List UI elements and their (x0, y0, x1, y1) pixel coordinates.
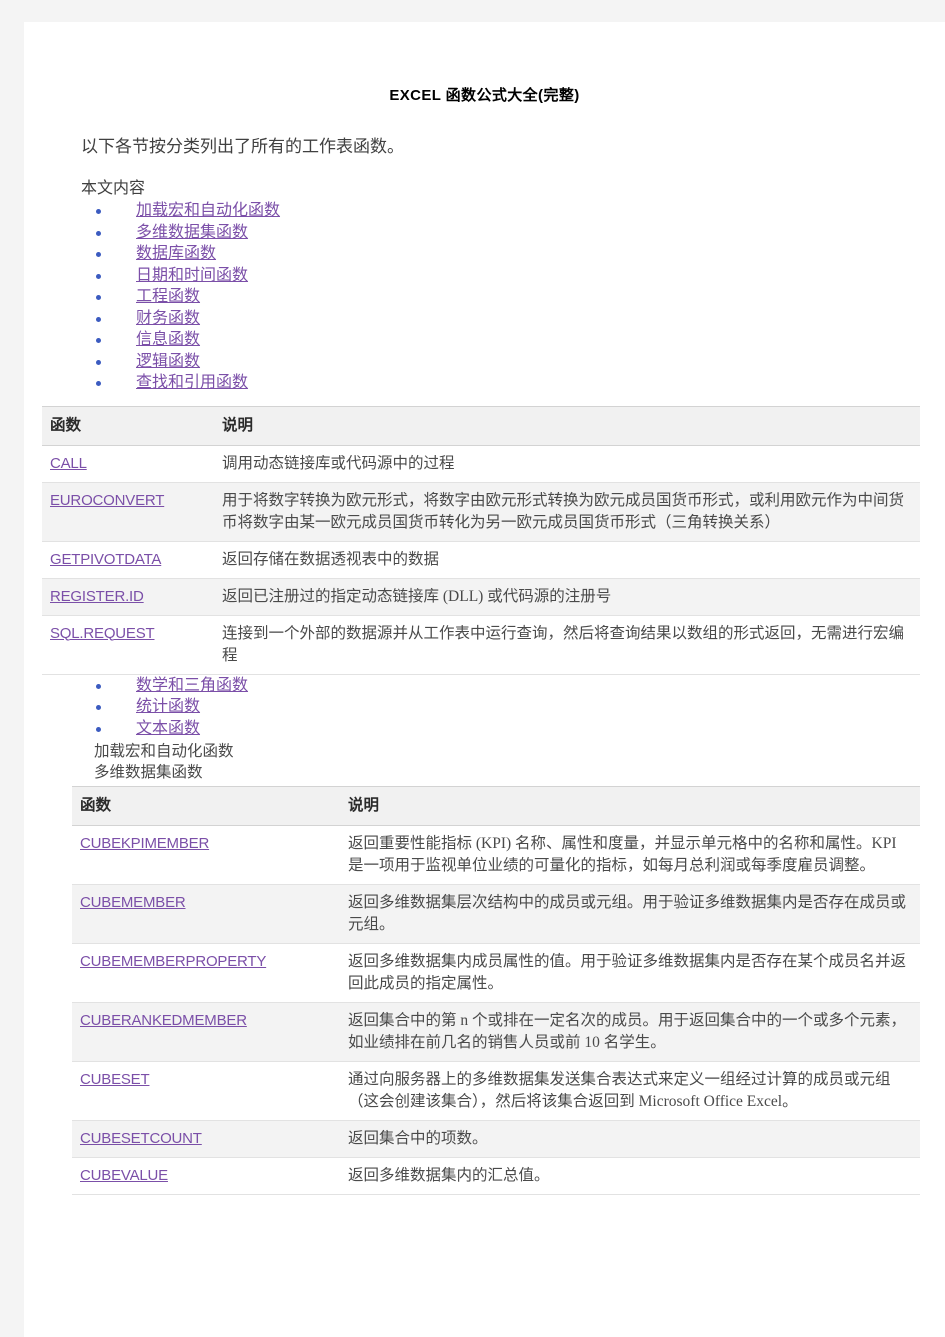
table-row: GETPIVOTDATA 返回存储在数据透视表中的数据 (42, 541, 920, 579)
table-row: EUROCONVERT 用于将数字转换为欧元形式，将数字由欧元形式转换为欧元成员… (42, 482, 920, 542)
toc-heading: 本文内容 (81, 179, 146, 197)
cube-function-table: 函数 说明 CUBEKPIMEMBER 返回重要性能指标 (KPI) 名称、属性… (72, 786, 920, 1196)
toc-link[interactable]: 逻辑函数 (136, 353, 200, 370)
function-description-cell: 返回集合中的第 n 个或排在一定名次的成员。用于返回集合中的一个或多个元素，如业… (340, 1002, 920, 1063)
table-row: CUBEMEMBER 返回多维数据集层次结构中的成员或元组。用于验证多维数据集内… (72, 884, 920, 945)
list-item[interactable]: 逻辑函数 (24, 351, 945, 373)
list-item[interactable]: 信息函数 (24, 329, 945, 351)
table-header-row: 函数 说明 (72, 786, 920, 826)
function-link[interactable]: EUROCONVERT (50, 492, 164, 509)
section-heading-addin: 加载宏和自动化函数 (94, 743, 234, 761)
cube-function-table-wrap: 函数 说明 CUBEKPIMEMBER 返回重要性能指标 (KPI) 名称、属性… (24, 783, 945, 1196)
function-link[interactable]: CALL (50, 455, 87, 472)
toc-link[interactable]: 查找和引用函数 (136, 374, 248, 391)
table-body: CUBEKPIMEMBER 返回重要性能指标 (KPI) 名称、属性和度量，并显… (72, 825, 920, 1196)
function-description-cell: 返回存储在数据透视表中的数据 (214, 541, 920, 579)
toc-link[interactable]: 信息函数 (136, 331, 200, 348)
table-row: CUBESETCOUNT 返回集合中的项数。 (72, 1120, 920, 1159)
addin-function-table-wrap: 函数 说明 CALL 调用动态链接库或代码源中的过程 EUROCONVERT 用… (24, 394, 945, 675)
function-link[interactable]: CUBEVALUE (80, 1167, 168, 1184)
toc-link[interactable]: 多维数据集函数 (136, 224, 248, 241)
addin-function-table: 函数 说明 CALL 调用动态链接库或代码源中的过程 EUROCONVERT 用… (42, 406, 920, 675)
function-name-cell[interactable]: REGISTER.ID (42, 578, 214, 616)
section-headings: 加载宏和自动化函数 多维数据集函数 (24, 739, 945, 783)
column-header-description: 说明 (348, 797, 380, 815)
list-item[interactable]: 加载宏和自动化函数 (24, 200, 945, 222)
toc-link[interactable]: 统计函数 (136, 698, 200, 715)
toc-link[interactable]: 日期和时间函数 (136, 267, 248, 284)
list-item[interactable]: 数据库函数 (24, 243, 945, 265)
function-description-cell: 返回多维数据集内的汇总值。 (340, 1157, 920, 1196)
function-description-cell: 返回已注册过的指定动态链接库 (DLL) 或代码源的注册号 (214, 578, 920, 616)
function-description-cell: 返回集合中的项数。 (340, 1120, 920, 1159)
function-name-cell[interactable]: SQL.REQUEST (42, 615, 214, 675)
table-header-row: 函数 说明 (42, 406, 920, 446)
toc-link[interactable]: 数据库函数 (136, 245, 216, 262)
section-heading-cube: 多维数据集函数 (94, 764, 203, 782)
list-item[interactable]: 查找和引用函数 (24, 372, 945, 394)
table-body: CALL 调用动态链接库或代码源中的过程 EUROCONVERT 用于将数字转换… (42, 445, 920, 675)
function-name-cell[interactable]: CUBESET (72, 1061, 340, 1122)
function-description-cell: 返回重要性能指标 (KPI) 名称、属性和度量，并显示单元格中的名称和属性。KP… (340, 825, 920, 886)
table-row: CUBESET 通过向服务器上的多维数据集发送集合表达式来定义一组经过计算的成员… (72, 1061, 920, 1122)
function-name-cell[interactable]: CALL (42, 445, 214, 483)
document-page: EXCEL 函数公式大全(完整) 以下各节按分类列出了所有的工作表函数。 本文内… (24, 22, 945, 1337)
list-item[interactable]: 日期和时间函数 (24, 265, 945, 287)
table-row: CALL 调用动态链接库或代码源中的过程 (42, 445, 920, 483)
function-name-cell[interactable]: CUBERANKEDMEMBER (72, 1002, 340, 1063)
table-row: SQL.REQUEST 连接到一个外部的数据源并从工作表中运行查询，然后将查询结… (42, 615, 920, 675)
function-link[interactable]: GETPIVOTDATA (50, 551, 161, 568)
page-title: EXCEL 函数公式大全(完整) (389, 87, 580, 104)
toc-link[interactable]: 数学和三角函数 (136, 677, 248, 694)
table-row: CUBEVALUE 返回多维数据集内的汇总值。 (72, 1157, 920, 1196)
column-header-function: 函数 (80, 797, 112, 815)
list-item[interactable]: 文本函数 (24, 718, 945, 740)
list-item[interactable]: 工程函数 (24, 286, 945, 308)
table-header: 函数 说明 (42, 406, 920, 446)
function-description-cell: 调用动态链接库或代码源中的过程 (214, 445, 920, 483)
function-name-cell[interactable]: CUBESETCOUNT (72, 1120, 340, 1159)
column-header-function: 函数 (50, 416, 82, 434)
function-description-cell: 通过向服务器上的多维数据集发送集合表达式来定义一组经过计算的成员或元组（这会创建… (340, 1061, 920, 1122)
toc-link[interactable]: 工程函数 (136, 288, 200, 305)
function-name-cell[interactable]: CUBEMEMBER (72, 884, 340, 945)
function-name-cell[interactable]: CUBEMEMBERPROPERTY (72, 943, 340, 1004)
intro-paragraph: 以下各节按分类列出了所有的工作表函数。 (81, 137, 404, 156)
function-description-cell: 返回多维数据集内成员属性的值。用于验证多维数据集内是否存在某个成员名并返回此成员… (340, 943, 920, 1004)
toc-link[interactable]: 文本函数 (136, 720, 200, 737)
table-row: CUBERANKEDMEMBER 返回集合中的第 n 个或排在一定名次的成员。用… (72, 1002, 920, 1063)
function-name-cell[interactable]: GETPIVOTDATA (42, 541, 214, 579)
function-description-cell: 返回多维数据集层次结构中的成员或元组。用于验证多维数据集内是否存在成员或元组。 (340, 884, 920, 945)
function-description-cell: 用于将数字转换为欧元形式，将数字由欧元形式转换为欧元成员国货币形式，或利用欧元作… (214, 482, 920, 542)
list-item[interactable]: 数学和三角函数 (24, 675, 945, 697)
toc-link[interactable]: 加载宏和自动化函数 (136, 202, 280, 219)
function-link[interactable]: REGISTER.ID (50, 588, 144, 605)
function-link[interactable]: SQL.REQUEST (50, 625, 155, 642)
function-link[interactable]: CUBEKPIMEMBER (80, 835, 209, 852)
function-link[interactable]: CUBEMEMBER (80, 894, 186, 911)
list-item[interactable]: 多维数据集函数 (24, 222, 945, 244)
table-row: CUBEMEMBERPROPERTY 返回多维数据集内成员属性的值。用于验证多维… (72, 943, 920, 1004)
toc-list-top: 加载宏和自动化函数 多维数据集函数 数据库函数 日期和时间函数 工程函数 财务函… (24, 200, 945, 394)
function-name-cell[interactable]: CUBEKPIMEMBER (72, 825, 340, 886)
table-header: 函数 说明 (72, 786, 920, 826)
function-link[interactable]: CUBEMEMBERPROPERTY (80, 953, 266, 970)
function-link[interactable]: CUBESET (80, 1071, 150, 1088)
list-item[interactable]: 统计函数 (24, 696, 945, 718)
table-row: REGISTER.ID 返回已注册过的指定动态链接库 (DLL) 或代码源的注册… (42, 578, 920, 616)
toc-link[interactable]: 财务函数 (136, 310, 200, 327)
function-name-cell[interactable]: CUBEVALUE (72, 1157, 340, 1196)
list-item[interactable]: 财务函数 (24, 308, 945, 330)
function-description-cell: 连接到一个外部的数据源并从工作表中运行查询，然后将查询结果以数组的形式返回，无需… (214, 615, 920, 675)
column-header-description: 说明 (222, 416, 254, 434)
function-name-cell[interactable]: EUROCONVERT (42, 482, 214, 542)
toc-list-bottom: 数学和三角函数 统计函数 文本函数 (24, 675, 945, 740)
table-row: CUBEKPIMEMBER 返回重要性能指标 (KPI) 名称、属性和度量，并显… (72, 825, 920, 886)
function-link[interactable]: CUBESETCOUNT (80, 1130, 202, 1147)
function-link[interactable]: CUBERANKEDMEMBER (80, 1012, 247, 1029)
